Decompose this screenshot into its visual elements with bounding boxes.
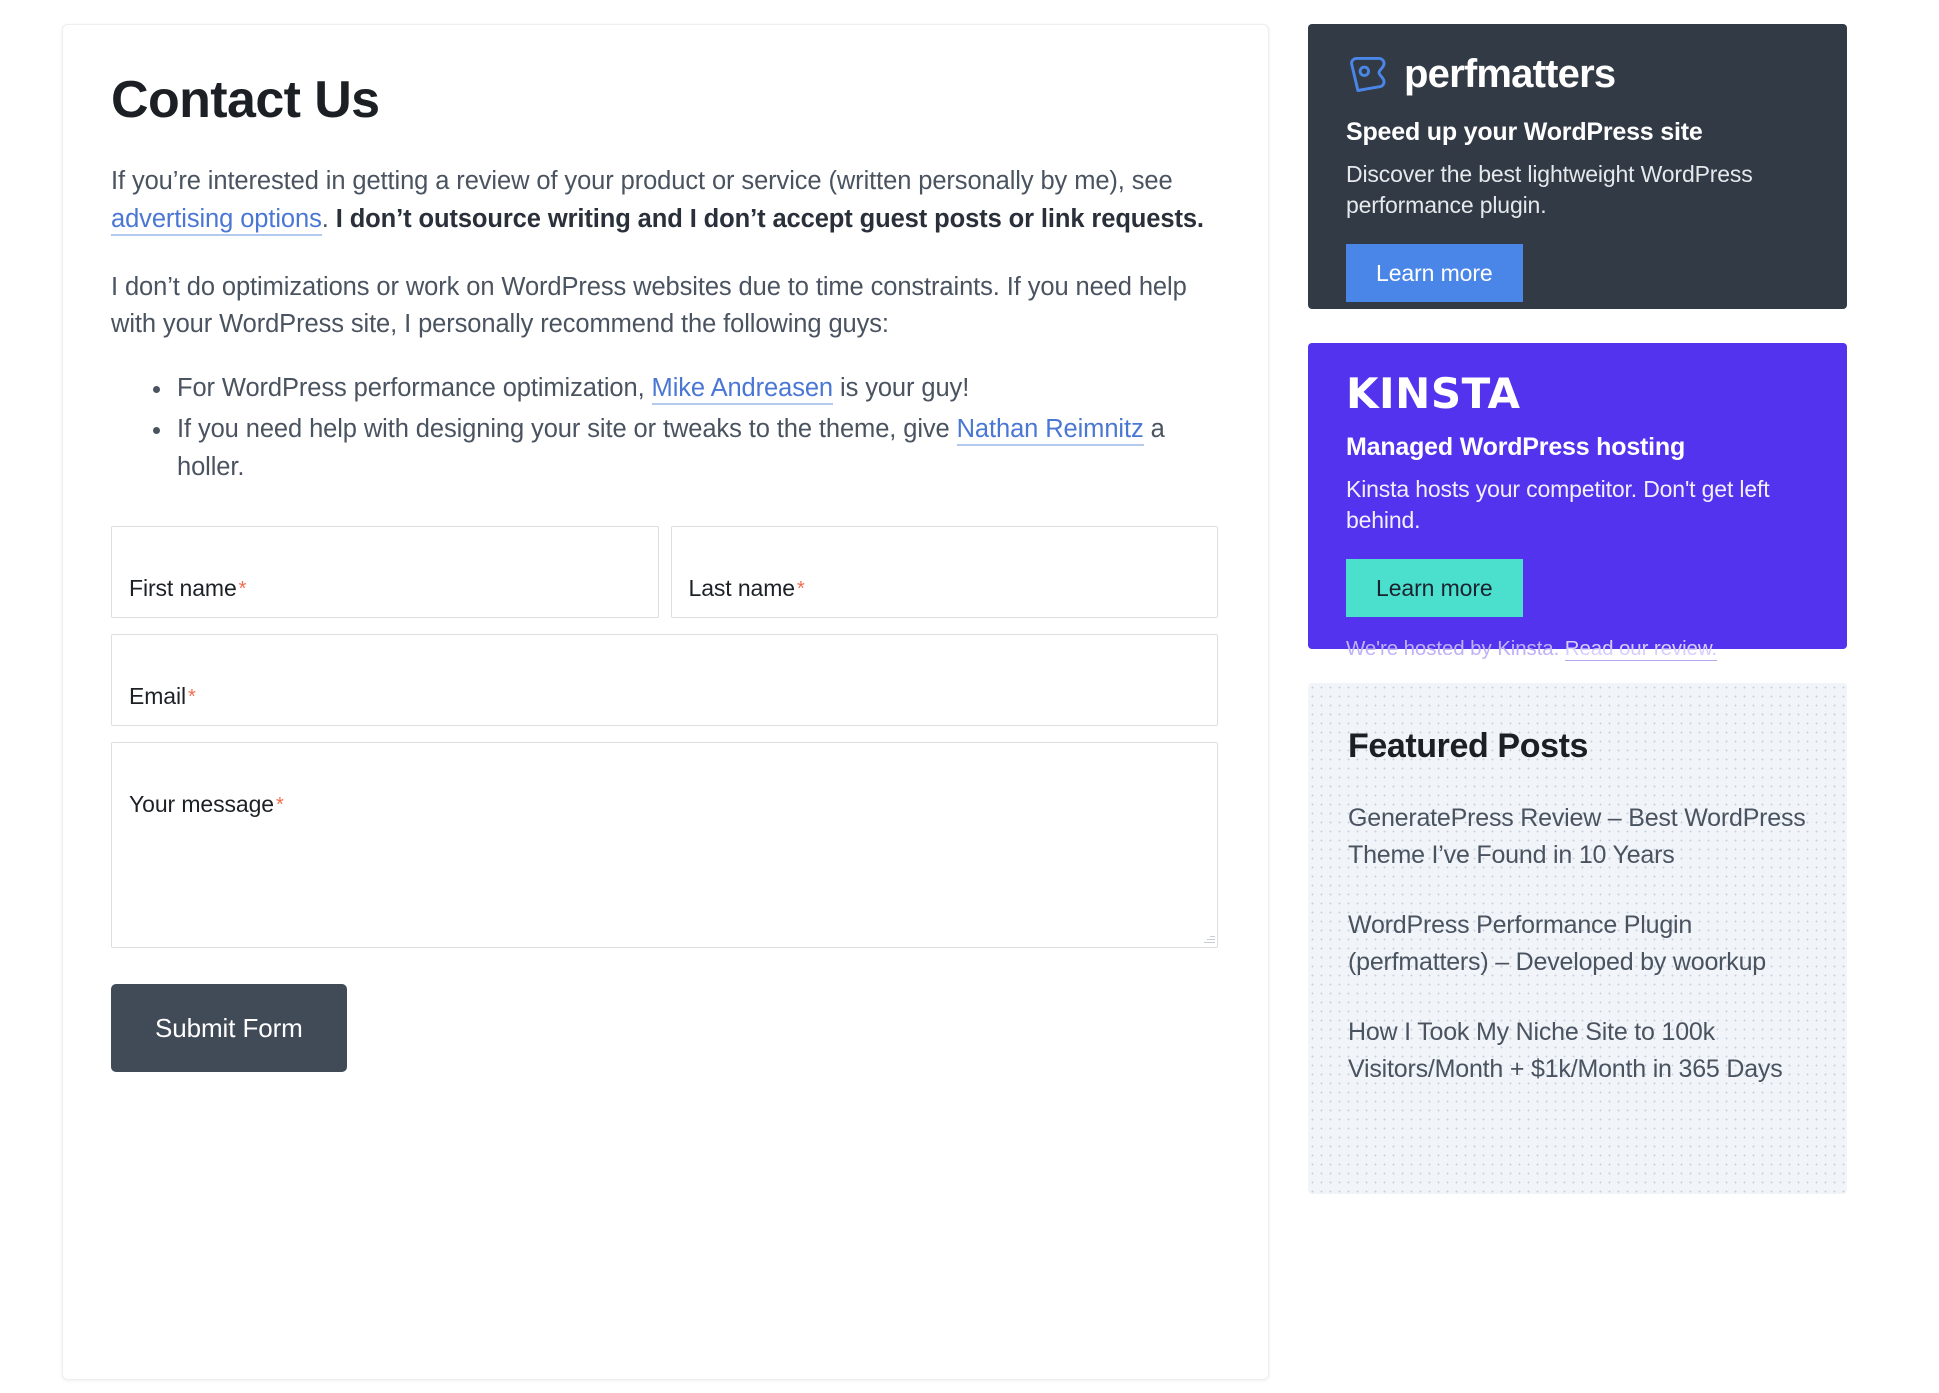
first-name-field[interactable]: First name * [111, 525, 659, 618]
kinsta-learn-more-button[interactable]: Learn more [1346, 559, 1523, 618]
kinsta-description: Kinsta hosts your competitor. Don't get … [1346, 476, 1770, 533]
resize-handle-icon[interactable] [1202, 932, 1215, 945]
featured-post-link[interactable]: How I Took My Niche Site to 100k Visitor… [1348, 1014, 1807, 1087]
perfmatters-logo-icon [1350, 56, 1386, 92]
featured-posts-card: Featured Posts GeneratePress Review – Be… [1308, 683, 1847, 1194]
message-field[interactable]: Your message * [111, 741, 1218, 948]
perfmatters-headline: Speed up your WordPress site [1346, 118, 1703, 146]
message-label: Your message * [129, 790, 284, 817]
intro-paragraph: If you’re interested in getting a review… [111, 163, 1218, 238]
last-name-field[interactable]: Last name * [670, 525, 1218, 618]
optimization-paragraph: I don’t do optimizations or work on Word… [111, 272, 1187, 339]
name-row: First name * Last name * [111, 525, 1218, 618]
list-item-pre: For WordPress performance optimization, [177, 374, 652, 403]
kinsta-ad-card[interactable]: KINSTA Managed WordPress hosting Kinsta … [1308, 343, 1847, 662]
intro-text-part1: If you’re interested in getting a review… [111, 167, 1173, 196]
email-label: Email * [129, 682, 196, 709]
recommendation-list: For WordPress performance optimization, … [111, 370, 1218, 486]
required-marker: * [238, 577, 247, 600]
contact-form-card: Contact Us If you’re interested in getti… [62, 24, 1269, 1380]
email-row: Email * [111, 633, 1218, 726]
page-title: Contact Us [111, 71, 380, 129]
email-field[interactable]: Email * [111, 633, 1218, 726]
required-marker: * [797, 577, 805, 600]
kinsta-footnote-text: We're hosted by Kinsta. [1346, 637, 1565, 661]
first-name-label: First name * [129, 574, 247, 601]
perfmatters-ad-card[interactable]: perfmatters Speed up your WordPress site… [1308, 24, 1847, 309]
mike-andreasen-link[interactable]: Mike Andreasen [651, 374, 833, 406]
perfmatters-logo: perfmatters [1346, 52, 1809, 96]
required-marker: * [188, 685, 196, 708]
kinsta-headline: Managed WordPress hosting [1346, 433, 1686, 461]
featured-posts-title: Featured Posts [1348, 727, 1589, 765]
contact-page: Contact Us If you’re interested in getti… [0, 0, 1939, 1393]
perfmatters-description: Discover the best lightweight WordPress … [1346, 161, 1753, 218]
message-row: Your message * [111, 741, 1218, 948]
list-item: For WordPress performance optimization, … [153, 370, 1218, 407]
kinsta-footnote: We're hosted by Kinsta. Read our review. [1346, 637, 1809, 662]
list-item: If you need help with designing your sit… [153, 411, 1218, 485]
required-marker: * [276, 793, 284, 816]
intro-text-bold: I don’t outsource writing and I don’t ac… [335, 204, 1204, 233]
list-item-post: is your guy! [833, 374, 970, 403]
submit-form-button[interactable]: Submit Form [111, 983, 347, 1072]
advertising-options-link[interactable]: advertising options [111, 204, 322, 236]
kinsta-wordmark: KINSTA [1346, 369, 1521, 418]
perfmatters-learn-more-button[interactable]: Learn more [1346, 244, 1523, 303]
featured-post-link[interactable]: GeneratePress Review – Best WordPress Th… [1348, 800, 1807, 873]
list-item-pre: If you need help with designing your sit… [177, 415, 957, 444]
last-name-label: Last name * [688, 574, 805, 601]
intro-text-part2: . [321, 204, 336, 233]
sidebar: perfmatters Speed up your WordPress site… [1308, 24, 1847, 1194]
perfmatters-wordmark: perfmatters [1404, 52, 1616, 96]
submit-row: Submit Form [111, 983, 1218, 1072]
featured-post-link[interactable]: WordPress Performance Plugin (perfmatter… [1348, 907, 1807, 980]
kinsta-review-link[interactable]: Read our review. [1564, 637, 1717, 662]
contact-form: First name * Last name * Email * Your messa… [111, 525, 1218, 1072]
nathan-reimnitz-link[interactable]: Nathan Reimnitz [956, 415, 1144, 447]
